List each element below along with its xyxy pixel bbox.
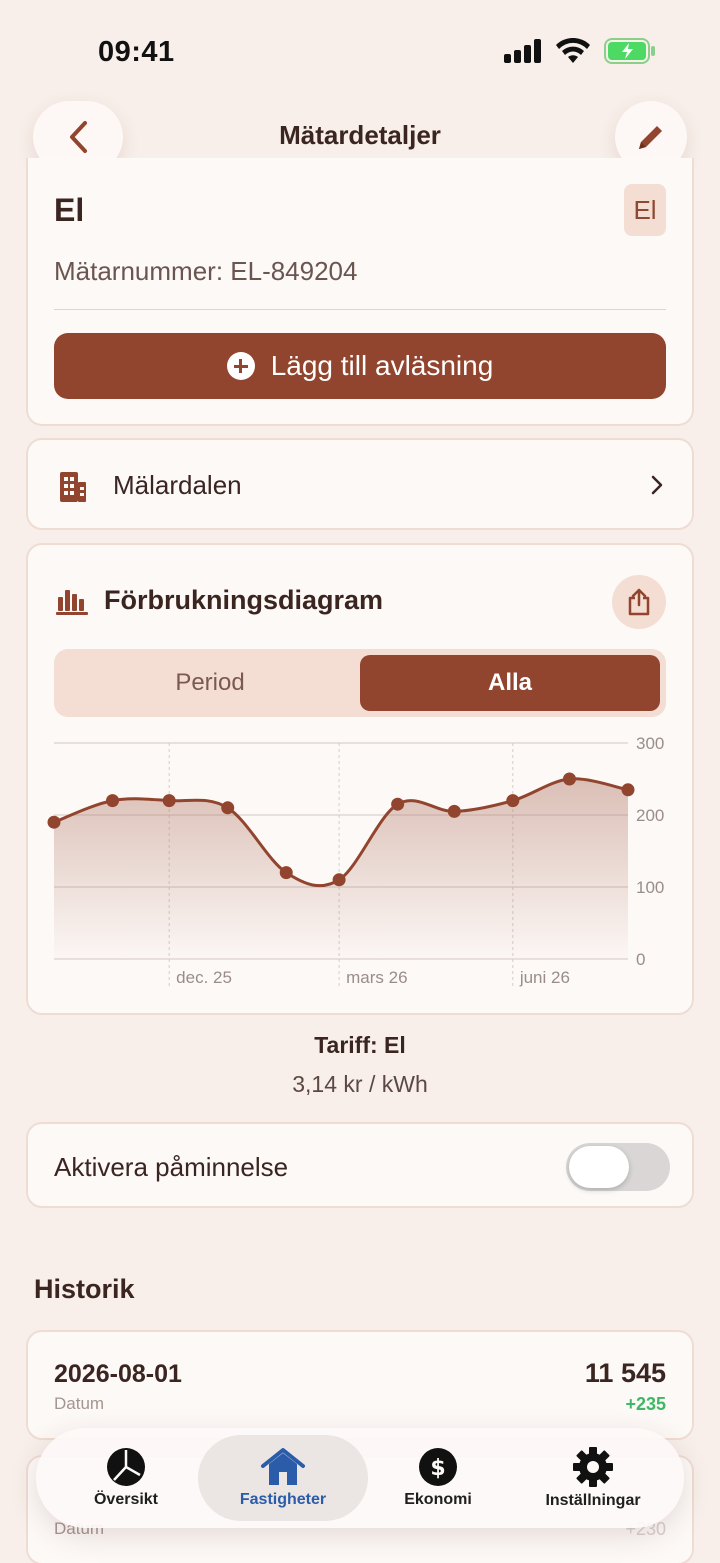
history-row[interactable]: 2026-08-01 Datum 11 545 +235 (26, 1330, 694, 1440)
chart-data-point (47, 815, 61, 829)
building-icon (60, 472, 86, 502)
segment-period[interactable]: Period (60, 655, 360, 711)
status-bar: 09:41 (0, 0, 720, 100)
chart-data-point (447, 804, 461, 818)
tab-bar: Översikt Fastigheter $ Ekonomi Inställni… (36, 1428, 684, 1528)
chart-title: Förbrukningsdiagram (104, 585, 384, 615)
chart-data-point (332, 873, 346, 887)
period-segmented-control: Period Alla (54, 649, 666, 717)
tariff-title: Tariff: El (314, 1032, 406, 1058)
signal-icon (504, 39, 541, 63)
y-tick-label: 0 (636, 950, 645, 969)
history-title: Historik (34, 1274, 135, 1304)
tab-label: Inställningar (545, 1492, 641, 1509)
chart-data-point (391, 797, 405, 811)
consumption-chart: 300 200 100 0 dec. 25 mars 26 juni 26 (47, 734, 664, 987)
page-title: Mätardetaljer (279, 120, 441, 150)
status-time: 09:41 (98, 36, 175, 68)
tab-label: Fastigheter (239, 1491, 327, 1508)
y-tick-label: 300 (636, 734, 664, 753)
property-row[interactable]: Mälardalen (26, 438, 694, 530)
tab-oversikt[interactable]: Översikt (56, 1428, 196, 1528)
reminder-toggle[interactable] (566, 1143, 670, 1191)
dollar-icon: $ (419, 1448, 457, 1486)
chart-data-point (162, 794, 176, 808)
chart-data-point (506, 794, 520, 808)
tab-label: Översikt (93, 1491, 159, 1508)
chart-area-fill (54, 778, 628, 959)
reminder-card: Aktivera påminnelse (26, 1122, 694, 1208)
pie-chart-icon (107, 1448, 145, 1486)
toggle-knob (569, 1146, 629, 1188)
chevron-right-icon (651, 475, 663, 495)
gear-icon (573, 1447, 613, 1487)
wifi-icon (556, 38, 590, 63)
history-delta: +235 (625, 1394, 666, 1414)
svg-text:$: $ (430, 1456, 445, 1481)
bar-chart-icon (56, 590, 88, 615)
meter-number: Mätarnummer: EL-849204 (54, 256, 358, 286)
add-reading-button[interactable]: Lägg till avläsning (54, 333, 666, 399)
property-name: Mälardalen (113, 470, 242, 500)
chart-data-point (279, 866, 293, 880)
history-date: 2026-08-01 (54, 1360, 182, 1388)
tab-ekonomi[interactable]: $ Ekonomi (368, 1428, 508, 1528)
battery-icon (604, 38, 655, 64)
reminder-label: Aktivera påminnelse (54, 1152, 289, 1182)
y-tick-label: 200 (636, 806, 664, 825)
meter-card: El El Mätarnummer: EL-849204 Lägg till a… (26, 158, 694, 426)
meter-name: El (54, 192, 85, 228)
history-value: 11 545 (584, 1358, 666, 1388)
house-icon (261, 1448, 305, 1485)
chart-data-point (221, 801, 235, 815)
pencil-icon (639, 126, 662, 149)
tab-installningar[interactable]: Inställningar (518, 1428, 668, 1528)
consumption-chart-card: Förbrukningsdiagram Period Alla 300 200 10… (26, 543, 694, 1015)
y-tick-label: 100 (636, 878, 664, 897)
meter-type-badge: El (624, 184, 666, 236)
chart-data-point (621, 783, 635, 797)
chart-data-point (106, 794, 120, 808)
status-icons (504, 38, 656, 64)
tab-fastigheter[interactable]: Fastigheter (198, 1435, 368, 1521)
tariff-price: 3,14 kr / kWh (292, 1071, 428, 1097)
plus-circle-icon (226, 352, 255, 380)
tab-label: Ekonomi (404, 1491, 472, 1508)
x-tick-label: dec. 25 (176, 968, 232, 987)
share-icon (628, 588, 650, 616)
x-tick-label: mars 26 (346, 968, 407, 987)
history-date-label: Datum (54, 1394, 105, 1413)
share-button[interactable] (612, 575, 666, 629)
chart-data-point (562, 772, 576, 786)
segment-alla[interactable]: Alla (360, 655, 660, 711)
add-reading-label: Lägg till avläsning (270, 350, 494, 381)
x-tick-label: juni 26 (519, 968, 570, 987)
divider (54, 309, 666, 310)
